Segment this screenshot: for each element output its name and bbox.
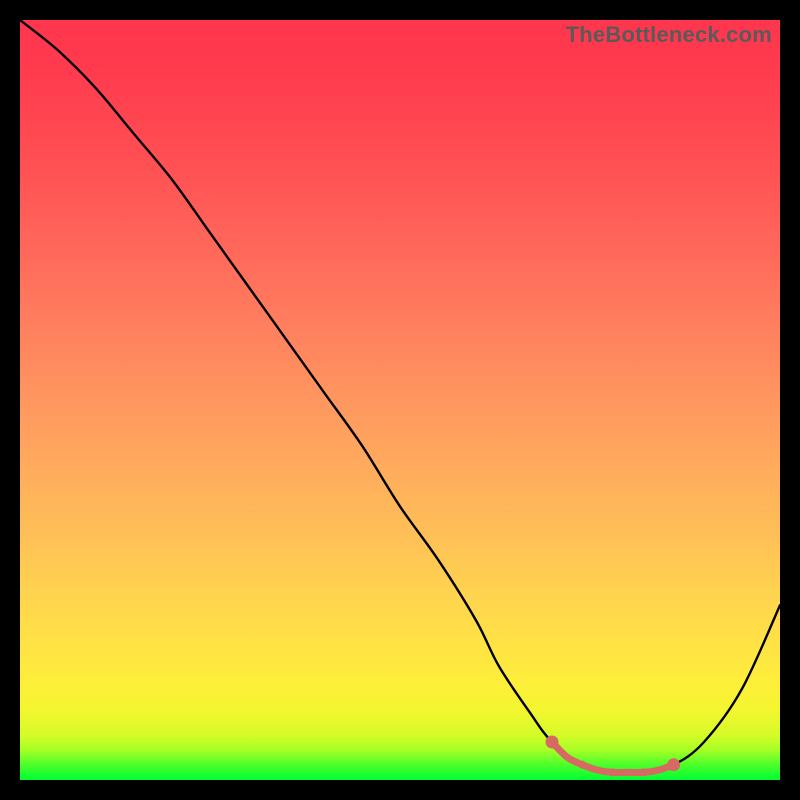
optimal-range-dot	[639, 768, 647, 776]
optimal-range-markers	[546, 736, 681, 777]
optimal-range-line	[552, 742, 674, 773]
chart-frame: TheBottleneck.com	[20, 20, 780, 780]
bottleneck-curve-line	[20, 20, 780, 773]
optimal-range-endpoint	[546, 736, 559, 749]
optimal-range-dot	[578, 761, 586, 769]
optimal-range-endpoint	[667, 758, 680, 771]
optimal-range-dot	[609, 768, 617, 776]
chart-svg	[20, 20, 780, 780]
